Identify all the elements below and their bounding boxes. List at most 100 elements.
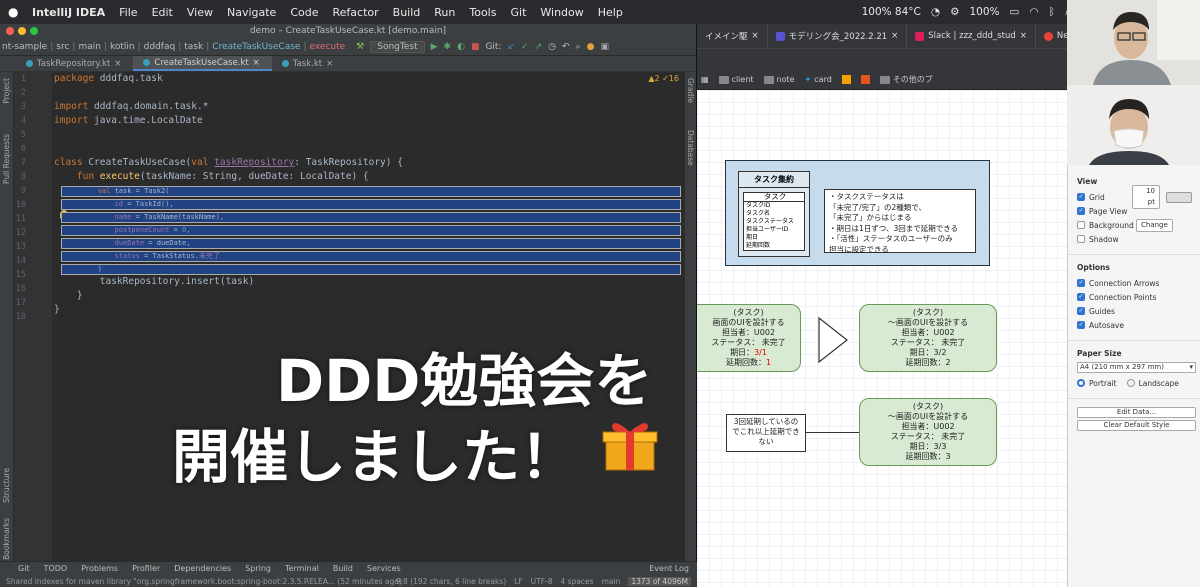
bluetooth-icon[interactable]: ᛒ bbox=[1049, 6, 1055, 18]
build-tool-button[interactable]: Build bbox=[333, 564, 353, 573]
indent-setting[interactable]: 4 spaces bbox=[561, 577, 594, 586]
connector-line[interactable] bbox=[806, 432, 860, 433]
tab-task-repository[interactable]: TaskRepository.kt × bbox=[16, 56, 133, 71]
menu-help[interactable]: Help bbox=[598, 6, 623, 19]
ide-search-icon[interactable]: ⌕ bbox=[576, 42, 581, 52]
grid-color-button[interactable] bbox=[1166, 191, 1192, 203]
terminal-tool-button[interactable]: Terminal bbox=[285, 564, 319, 573]
git-tool-button[interactable]: Git bbox=[18, 564, 30, 573]
structure-tool-tab[interactable]: Structure bbox=[2, 468, 11, 503]
autosave-checkbox[interactable]: ✓ bbox=[1077, 321, 1085, 329]
hammer-icon[interactable]: ⚒ bbox=[356, 42, 364, 52]
tab-create-task-use-case[interactable]: CreateTaskUseCase.kt × bbox=[133, 56, 272, 71]
menu-tools[interactable]: Tools bbox=[469, 6, 496, 19]
wifi-icon[interactable]: ◠ bbox=[1029, 6, 1038, 18]
clock-icon[interactable]: ◔ bbox=[931, 6, 940, 18]
event-log-button[interactable]: Event Log bbox=[649, 564, 689, 573]
menu-code[interactable]: Code bbox=[290, 6, 318, 19]
menu-build[interactable]: Build bbox=[393, 6, 421, 19]
bookmarks-tool-tab[interactable]: Bookmarks bbox=[2, 518, 11, 560]
dependencies-tool-button[interactable]: Dependencies bbox=[174, 564, 231, 573]
gradle-tool-tab[interactable]: Gradle bbox=[686, 78, 695, 103]
menu-file[interactable]: File bbox=[119, 6, 137, 19]
breadcrumb-project[interactable]: nt-sample bbox=[2, 42, 47, 52]
menu-refactor[interactable]: Refactor bbox=[333, 6, 379, 19]
menu-run[interactable]: Run bbox=[434, 6, 455, 19]
rules-note[interactable]: ・タスクステータスは 「未完了/完了」の2種類で、 「未完了」からはじまる ・期… bbox=[824, 189, 976, 254]
cpu-temp-status[interactable]: 100% 84°C bbox=[862, 6, 921, 18]
browser-tab-new[interactable]: New tab by bbox=[1036, 24, 1067, 48]
browser-tab-domain[interactable]: イメイン駆 × bbox=[697, 24, 768, 48]
portrait-radio[interactable] bbox=[1077, 379, 1085, 387]
file-encoding[interactable]: UTF-8 bbox=[531, 577, 553, 586]
close-icon[interactable]: × bbox=[114, 59, 121, 69]
git-branch[interactable]: main bbox=[602, 577, 621, 586]
task-entity-box[interactable]: タスク タスクID タスク名 タスクステータス 担当ユーザーID 期日 延期回数 bbox=[743, 192, 805, 251]
guides-checkbox[interactable]: ✓ bbox=[1077, 307, 1085, 315]
bookmark-note[interactable]: note bbox=[763, 75, 795, 84]
memory-indicator[interactable]: 1373 of 4096M bbox=[628, 577, 691, 586]
services-tool-button[interactable]: Services bbox=[367, 564, 401, 573]
close-window-button[interactable] bbox=[6, 27, 14, 35]
bookmark-shortcut-1[interactable] bbox=[841, 75, 851, 84]
task-state-box-2[interactable]: (タスク) 〜画面のUIを設計する 担当者：U002 ステータス： 未完了 期日… bbox=[859, 304, 997, 372]
menu-app-name[interactable]: IntelliJ IDEA bbox=[32, 6, 105, 19]
connection-points-checkbox[interactable]: ✓ bbox=[1077, 293, 1085, 301]
git-update-icon[interactable]: ↙ bbox=[508, 42, 516, 52]
close-icon[interactable]: × bbox=[253, 58, 260, 68]
paper-size-select[interactable]: A4 (210 mm x 297 mm) ▾ bbox=[1077, 362, 1196, 373]
coverage-icon[interactable]: ◐ bbox=[457, 42, 465, 52]
todo-tool-button[interactable]: TODO bbox=[44, 564, 68, 573]
breadcrumb-task[interactable]: task bbox=[184, 42, 203, 52]
close-icon[interactable]: × bbox=[1020, 31, 1027, 41]
bookmark-card[interactable]: ✦ card bbox=[805, 75, 832, 84]
apple-icon[interactable]: ● bbox=[8, 5, 22, 19]
run-icon[interactable]: ▶ bbox=[431, 42, 438, 52]
edit-data-button[interactable]: Edit Data... bbox=[1077, 407, 1196, 418]
shadow-checkbox[interactable] bbox=[1077, 235, 1085, 243]
page-view-checkbox[interactable]: ✓ bbox=[1077, 207, 1085, 215]
menu-view[interactable]: View bbox=[187, 6, 213, 19]
aggregate-diagram[interactable]: タスク集約 タスク タスクID タスク名 タスクステータス 担当ユーザーID 期… bbox=[725, 160, 990, 266]
tab-task[interactable]: Task.kt × bbox=[272, 56, 345, 71]
database-tool-tab[interactable]: Database bbox=[686, 130, 695, 166]
history-icon[interactable]: ◷ bbox=[548, 42, 556, 52]
zoom-window-button[interactable] bbox=[30, 27, 38, 35]
task-state-box-1[interactable]: (タスク) 画面のUIを設計する 担当者：U002 ステータス： 未完了 期日：… bbox=[697, 304, 801, 372]
line-separator[interactable]: LF bbox=[514, 577, 523, 586]
landscape-radio[interactable] bbox=[1126, 379, 1135, 387]
inspection-warnings[interactable]: ▲2 ✓16 bbox=[648, 74, 679, 83]
gear-status-icon[interactable]: ⚙ bbox=[950, 6, 959, 18]
bookmark-client[interactable]: client bbox=[718, 75, 754, 84]
background-checkbox[interactable] bbox=[1077, 221, 1085, 229]
stop-icon[interactable]: ■ bbox=[471, 42, 480, 52]
menu-edit[interactable]: Edit bbox=[152, 6, 173, 19]
close-icon[interactable]: × bbox=[752, 31, 759, 41]
rollback-icon[interactable]: ↶ bbox=[562, 42, 570, 52]
breadcrumb-class[interactable]: CreateTaskUseCase bbox=[212, 42, 300, 52]
menu-window[interactable]: Window bbox=[540, 6, 583, 19]
breadcrumb-kotlin[interactable]: kotlin bbox=[110, 42, 135, 52]
breadcrumb-main[interactable]: main bbox=[78, 42, 101, 52]
project-tool-tab[interactable]: Project bbox=[2, 78, 11, 104]
breadcrumb-dddfaq[interactable]: dddfaq bbox=[144, 42, 176, 52]
grid-checkbox[interactable]: ✓ bbox=[1077, 193, 1085, 201]
debug-icon[interactable]: ✱ bbox=[444, 42, 452, 52]
change-background-button[interactable]: Change bbox=[1136, 218, 1173, 232]
close-icon[interactable]: × bbox=[891, 31, 898, 41]
minimize-window-button[interactable] bbox=[18, 27, 26, 35]
bookmark-other[interactable]: その他のブ bbox=[879, 74, 933, 85]
browser-tab-slack[interactable]: Slack | zzz_ddd_stud × bbox=[907, 24, 1036, 48]
bookmark-grid-icon[interactable]: ▦ bbox=[701, 75, 709, 84]
postpone-limit-note[interactable]: 3回延期しているの でこれ以上延期でき ない bbox=[726, 414, 806, 452]
browser-tab-modeling[interactable]: モデリング会_2022.2.21 × bbox=[768, 24, 908, 48]
battery-percent[interactable]: 100% bbox=[969, 6, 999, 18]
ide-plugin-icon[interactable]: ▣ bbox=[600, 42, 609, 52]
close-icon[interactable]: × bbox=[326, 59, 333, 69]
status-message[interactable]: Shared indexes for maven library "org.sp… bbox=[6, 577, 402, 586]
breadcrumb-function[interactable]: execute bbox=[309, 42, 345, 52]
problems-tool-button[interactable]: Problems bbox=[81, 564, 118, 573]
menu-git[interactable]: Git bbox=[510, 6, 526, 19]
drawio-canvas[interactable]: タスク集約 タスク タスクID タスク名 タスクステータス 担当ユーザーID 期… bbox=[697, 90, 1067, 587]
breadcrumb-src[interactable]: src bbox=[56, 42, 69, 52]
